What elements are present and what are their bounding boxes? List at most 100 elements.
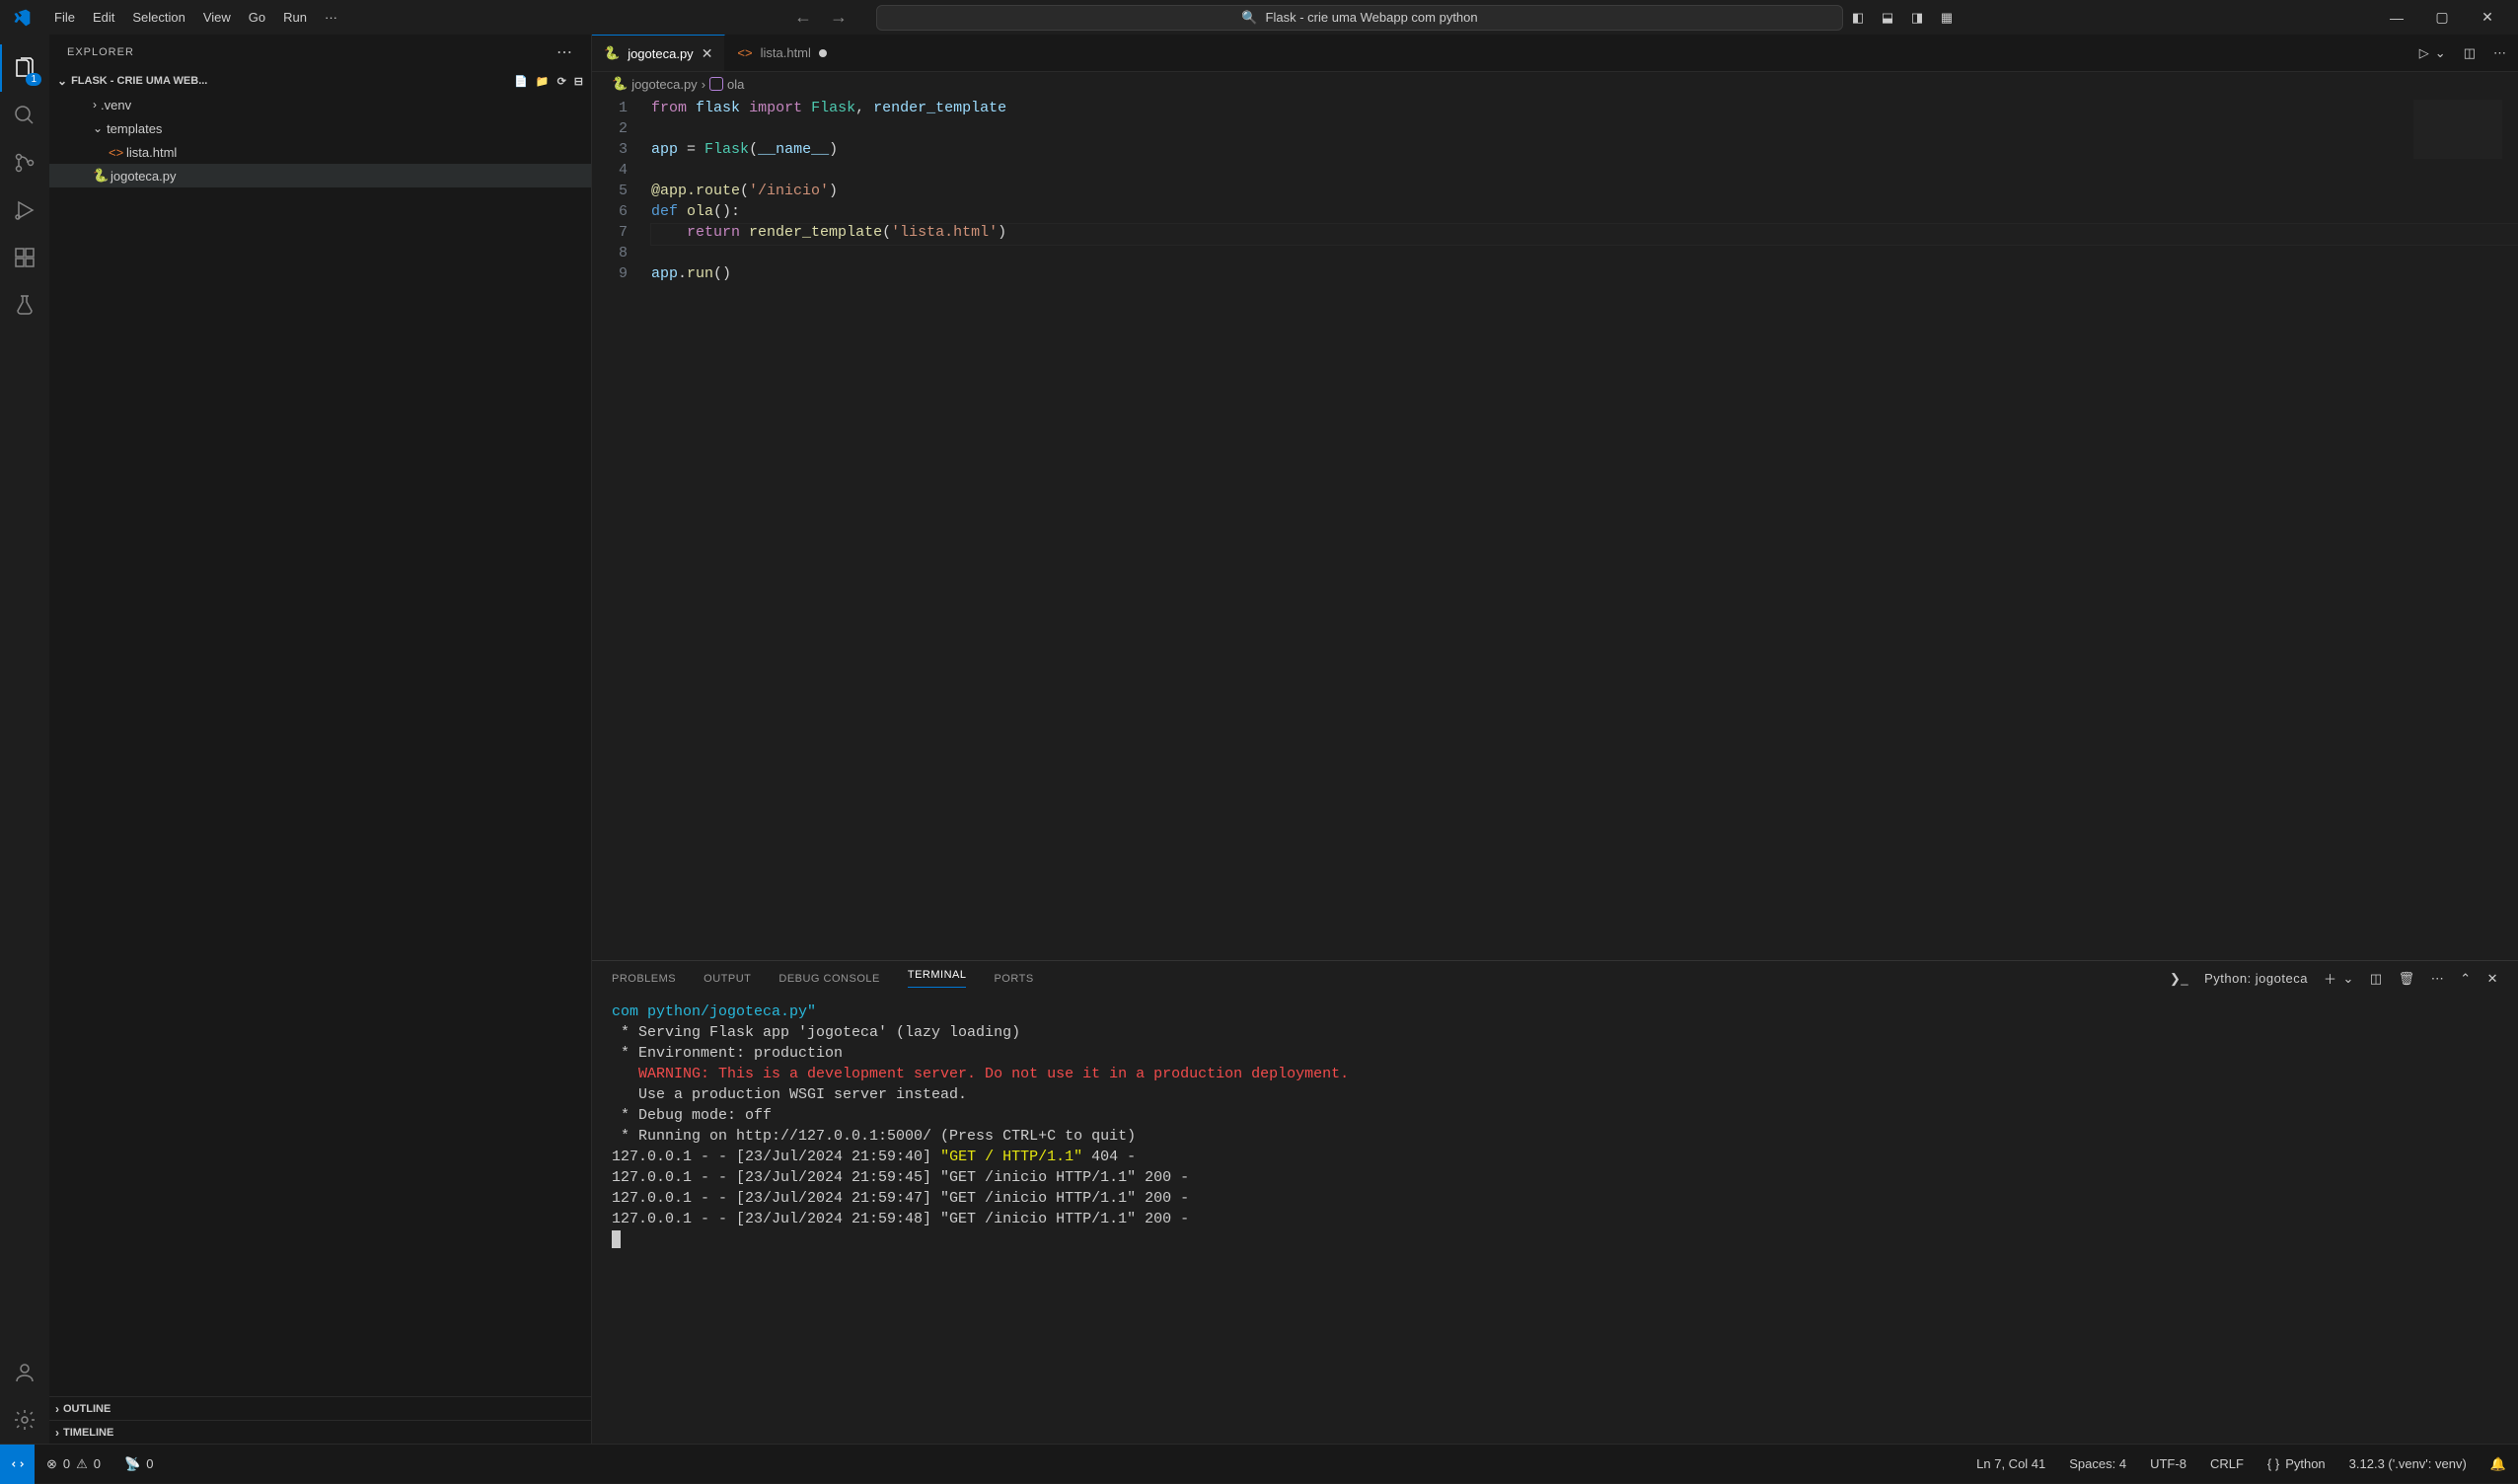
new-terminal-icon[interactable]: ＋ (2324, 969, 2337, 988)
terminal-shell-icon[interactable]: ❯_ (2170, 971, 2188, 987)
sidebar-more-icon[interactable]: ⋯ (556, 42, 573, 62)
line-numbers: 123456789 (592, 96, 651, 960)
terminal-dropdown-icon[interactable]: ⌄ (2342, 971, 2353, 987)
menu-go[interactable]: Go (240, 4, 274, 31)
menu-file[interactable]: File (45, 4, 84, 31)
timeline-section[interactable]: › TIMELINE (49, 1420, 591, 1444)
run-dropdown-icon[interactable]: ⌄ (2435, 45, 2446, 61)
collapse-all-icon[interactable]: ⊟ (574, 75, 583, 88)
search-text: Flask - crie uma Webapp com python (1266, 10, 1478, 25)
menu-run[interactable]: Run (274, 4, 316, 31)
status-bar: ⊗0 ⚠0 📡0 Ln 7, Col 41 Spaces: 4 UTF-8 CR… (0, 1444, 2518, 1483)
remote-indicator-icon[interactable] (0, 1445, 35, 1484)
bottom-panel: PROBLEMS OUTPUT DEBUG CONSOLE TERMINAL PORTS… (592, 960, 2518, 1444)
tree-item-label: .venv (101, 98, 131, 112)
menu-···[interactable]: ··· (316, 4, 346, 31)
outline-section[interactable]: › OUTLINE (49, 1396, 591, 1420)
status-language[interactable]: { }Python (2256, 1456, 2337, 1472)
folder-header[interactable]: ⌄ FLASK - CRIE UMA WEB... 📄 📁 ⟳ ⊟ (49, 69, 591, 93)
accounts-icon[interactable] (0, 1349, 49, 1396)
tree-item-jogoteca.py[interactable]: 🐍jogoteca.py (49, 164, 591, 187)
layout-sidebar-left-icon[interactable]: ◧ (1843, 0, 1873, 35)
menu-view[interactable]: View (194, 4, 240, 31)
file-tree: ›.venv⌄templates<>lista.html🐍jogoteca.py (49, 93, 591, 1396)
terminal-output[interactable]: com python/jogoteca.py" * Serving Flask … (592, 996, 2518, 1444)
search-activity-icon[interactable] (0, 92, 49, 139)
close-tab-icon[interactable]: ✕ (702, 45, 713, 62)
close-panel-icon[interactable]: ✕ (2487, 971, 2498, 987)
editor-tab-lista.html[interactable]: <>lista.html (725, 35, 839, 71)
panel-tab-terminal[interactable]: TERMINAL (908, 969, 967, 988)
status-problems[interactable]: ⊗0 ⚠0 (35, 1456, 112, 1472)
testing-icon[interactable] (0, 281, 49, 329)
panel-tab-problems[interactable]: PROBLEMS (612, 973, 676, 985)
menu-edit[interactable]: Edit (84, 4, 123, 31)
panel-tab-debug-console[interactable]: DEBUG CONSOLE (778, 973, 879, 985)
maximize-panel-icon[interactable]: ⌃ (2460, 971, 2471, 987)
menu-selection[interactable]: Selection (123, 4, 193, 31)
file-icon: 🐍 (93, 168, 111, 184)
new-folder-icon[interactable]: 📁 (536, 75, 550, 88)
code-content[interactable]: from flask import Flask, render_template… (651, 96, 2518, 960)
source-control-icon[interactable] (0, 139, 49, 186)
tree-item-templates[interactable]: ⌄templates (49, 116, 591, 140)
editor-group: 🐍jogoteca.py✕<>lista.html ▷ ⌄ ◫ ⋯ 🐍 jogo… (592, 35, 2518, 1444)
explorer-sidebar: EXPLORER ⋯ ⌄ FLASK - CRIE UMA WEB... 📄 📁… (49, 35, 592, 1444)
status-cursor[interactable]: Ln 7, Col 41 (1964, 1456, 2057, 1472)
settings-gear-icon[interactable] (0, 1396, 49, 1444)
run-python-icon[interactable]: ▷ (2419, 45, 2429, 61)
terminal-name[interactable]: Python: jogoteca (2204, 971, 2308, 986)
error-icon: ⊗ (46, 1456, 57, 1472)
code-editor[interactable]: 123456789 from flask import Flask, rende… (592, 96, 2518, 960)
status-indent[interactable]: Spaces: 4 (2057, 1456, 2138, 1472)
braces-icon: { } (2267, 1456, 2279, 1471)
tree-item-lista.html[interactable]: <>lista.html (49, 140, 591, 164)
layout-sidebar-right-icon[interactable]: ◨ (1902, 0, 1932, 35)
panel-tabs: PROBLEMS OUTPUT DEBUG CONSOLE TERMINAL PORTS… (592, 961, 2518, 996)
chevron-right-icon: › (55, 1426, 59, 1440)
vscode-logo-icon (8, 4, 36, 32)
kill-terminal-icon[interactable]: 🗑 (2399, 971, 2415, 987)
tab-file-icon: 🐍 (604, 45, 620, 61)
tree-item-label: lista.html (126, 145, 177, 160)
split-terminal-icon[interactable]: ◫ (2370, 971, 2383, 987)
panel-tab-output[interactable]: OUTPUT (704, 973, 751, 985)
window-maximize-icon[interactable]: ▢ (2419, 0, 2465, 35)
tree-item-label: jogoteca.py (111, 169, 177, 184)
split-editor-icon[interactable]: ◫ (2464, 45, 2476, 61)
tree-item-.venv[interactable]: › .venv (49, 93, 591, 116)
editor-tab-jogoteca.py[interactable]: 🐍jogoteca.py✕ (592, 35, 725, 71)
chevron-icon: › (93, 98, 97, 111)
editor-more-icon[interactable]: ⋯ (2493, 45, 2506, 61)
terminal-cursor (612, 1230, 621, 1248)
outline-label: OUTLINE (63, 1403, 111, 1415)
status-eol[interactable]: CRLF (2198, 1456, 2256, 1472)
run-debug-icon[interactable] (0, 186, 49, 234)
new-file-icon[interactable]: 📄 (514, 75, 528, 88)
explorer-icon[interactable]: 1 (0, 44, 49, 92)
nav-forward-icon[interactable]: → (826, 3, 852, 32)
chevron-down-icon: ⌄ (57, 74, 67, 88)
breadcrumb-symbol[interactable]: ola (727, 77, 744, 92)
editor-tabs: 🐍jogoteca.py✕<>lista.html ▷ ⌄ ◫ ⋯ (592, 35, 2518, 72)
status-ports[interactable]: 📡0 (112, 1456, 165, 1472)
panel-tab-ports[interactable]: PORTS (994, 973, 1033, 985)
window-close-icon[interactable]: ✕ (2465, 0, 2510, 35)
breadcrumb-file[interactable]: jogoteca.py (631, 77, 698, 92)
minimap[interactable] (2413, 100, 2502, 159)
status-notifications-icon[interactable]: 🔔 (2479, 1456, 2518, 1472)
layout-panel-icon[interactable]: ⬓ (1873, 0, 1902, 35)
nav-back-icon[interactable]: ← (790, 3, 816, 32)
command-center-search[interactable]: 🔍 Flask - crie uma Webapp com python (876, 5, 1843, 31)
window-minimize-icon[interactable]: — (2374, 0, 2419, 35)
refresh-icon[interactable]: ⟳ (557, 75, 566, 88)
status-encoding[interactable]: UTF-8 (2138, 1456, 2198, 1472)
terminal-more-icon[interactable]: ⋯ (2431, 971, 2445, 987)
status-python-interpreter[interactable]: 3.12.3 ('.venv': venv) (2337, 1456, 2479, 1472)
file-icon: <> (109, 145, 126, 160)
extensions-icon[interactable] (0, 234, 49, 281)
activity-bar: 1 (0, 35, 49, 1444)
layout-customize-icon[interactable]: ▦ (1932, 0, 1962, 35)
timeline-label: TIMELINE (63, 1427, 113, 1439)
breadcrumb[interactable]: 🐍 jogoteca.py › ola (592, 72, 2518, 96)
